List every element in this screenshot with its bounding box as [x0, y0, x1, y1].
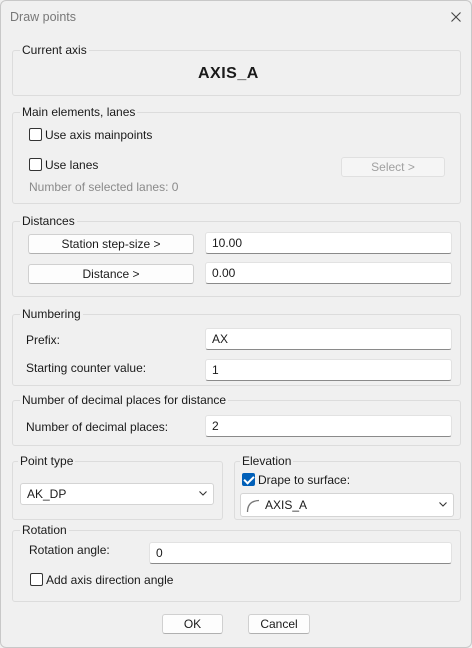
surface-dropdown[interactable]: AXIS_A — [240, 493, 454, 517]
use-axis-mainpoints-label: Use axis mainpoints — [45, 128, 153, 142]
main-elements-label: Main elements, lanes — [20, 105, 138, 119]
distances-label: Distances — [20, 214, 77, 228]
ok-button[interactable]: OK — [162, 614, 223, 634]
decimal-places-value: 2 — [212, 419, 219, 433]
decimal-places-input[interactable]: 2 — [205, 415, 452, 437]
starting-counter-label: Starting counter value: — [26, 361, 147, 375]
close-button[interactable] — [445, 7, 467, 27]
chevron-down-icon — [439, 502, 447, 507]
close-icon — [451, 12, 461, 22]
starting-counter-input[interactable]: 1 — [205, 359, 452, 381]
surface-arc-icon — [246, 499, 260, 513]
decimal-places-group-label: Number of decimal places for distance — [20, 393, 229, 407]
rotation-angle-value: 0 — [156, 546, 163, 560]
drape-to-surface-label: Drape to surface: — [258, 473, 351, 487]
point-type-label: Point type — [18, 454, 76, 468]
use-lanes-label: Use lanes — [45, 158, 99, 172]
point-type-selected: AK_DP — [27, 487, 67, 501]
numbering-label: Numbering — [20, 307, 83, 321]
distance-value: 0.00 — [212, 266, 236, 280]
selected-lanes-count: Number of selected lanes: 0 — [29, 180, 179, 194]
surface-selected: AXIS_A — [265, 498, 308, 512]
starting-counter-value: 1 — [212, 363, 219, 377]
cancel-button[interactable]: Cancel — [248, 614, 310, 634]
drape-to-surface-checkbox[interactable] — [242, 473, 255, 486]
window-title: Draw points — [10, 10, 76, 24]
rotation-angle-input[interactable]: 0 — [149, 542, 452, 564]
use-axis-mainpoints-checkbox[interactable] — [29, 128, 42, 141]
station-step-size-value: 10.00 — [212, 236, 243, 250]
rotation-angle-label: Rotation angle: — [29, 543, 110, 557]
elevation-label: Elevation — [240, 454, 294, 468]
station-step-size-button[interactable]: Station step-size > — [28, 234, 194, 254]
station-step-size-input[interactable]: 10.00 — [205, 232, 452, 254]
add-axis-direction-checkbox[interactable] — [30, 573, 43, 586]
decimal-places-label: Number of decimal places: — [26, 420, 169, 434]
rotation-label: Rotation — [20, 523, 69, 537]
point-type-dropdown[interactable]: AK_DP — [20, 483, 214, 505]
prefix-label: Prefix: — [26, 333, 61, 347]
chevron-down-icon — [199, 491, 207, 496]
distance-button[interactable]: Distance > — [28, 264, 194, 284]
prefix-input[interactable]: AX — [205, 328, 452, 350]
rotation-group — [12, 530, 461, 602]
draw-points-dialog: Draw points Current axis AXIS_A Main ele… — [0, 0, 472, 648]
distance-input[interactable]: 0.00 — [205, 262, 452, 284]
prefix-value: AX — [212, 332, 229, 346]
title-bar: Draw points — [1, 1, 471, 33]
use-lanes-checkbox[interactable] — [29, 158, 42, 171]
select-lanes-button[interactable]: Select > — [341, 157, 445, 177]
add-axis-direction-label: Add axis direction angle — [46, 573, 174, 587]
current-axis-name: AXIS_A — [198, 65, 259, 82]
current-axis-label: Current axis — [20, 43, 89, 57]
